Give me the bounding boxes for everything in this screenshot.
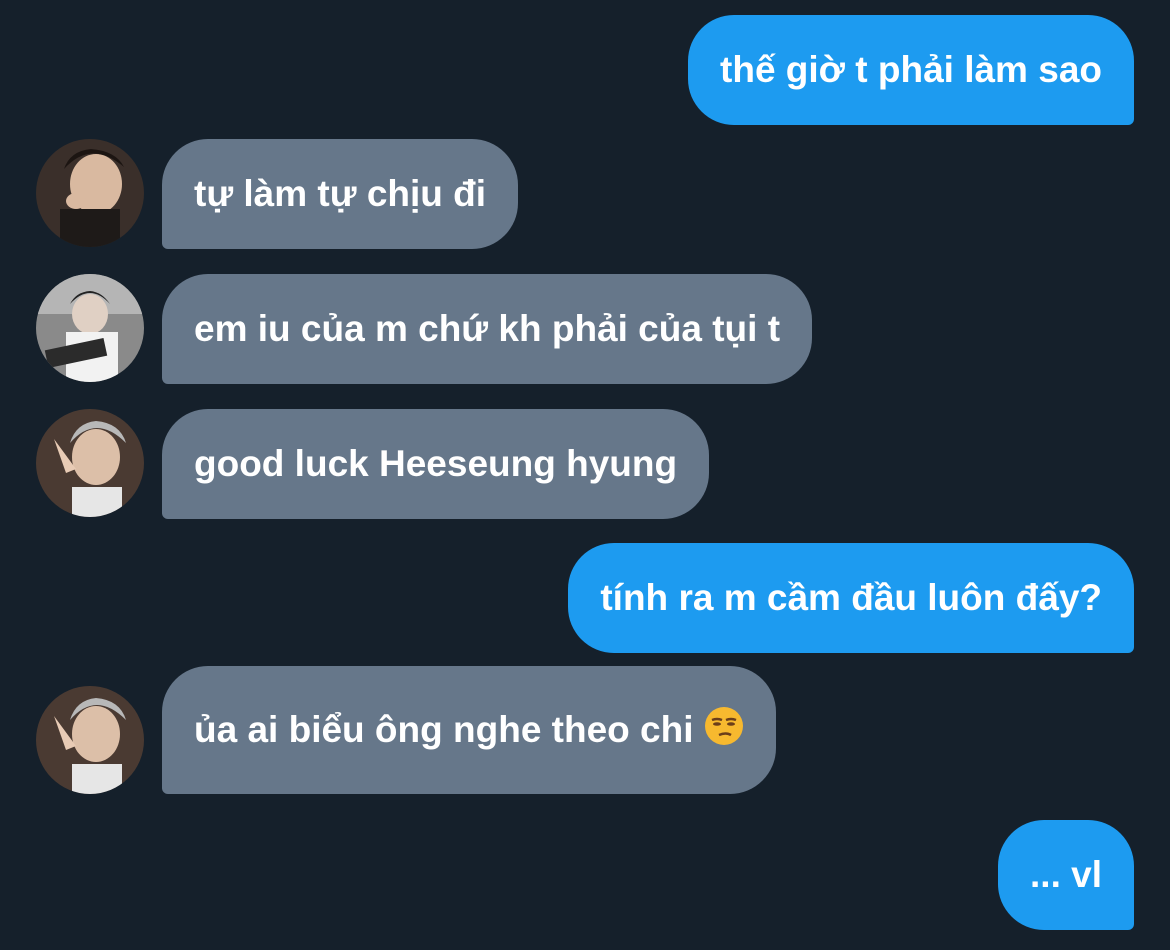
message-text: tự làm tự chịu đi xyxy=(194,173,487,214)
avatar[interactable] xyxy=(36,686,144,794)
outgoing-message-bubble[interactable]: thế giờ t phải làm sao xyxy=(688,15,1134,125)
avatar-photo-3 xyxy=(36,686,144,794)
avatar-photo-3 xyxy=(36,409,144,517)
message-text: em iu của m chứ kh phải của tụi t xyxy=(194,308,781,349)
outgoing-message-bubble[interactable]: tính ra m cầm đầu luôn đấy? xyxy=(568,543,1134,653)
message-text: tính ra m cầm đầu luôn đấy? xyxy=(600,577,1102,618)
incoming-message-bubble[interactable]: ủa ai biểu ông nghe theo chi xyxy=(162,666,776,794)
incoming-message-bubble[interactable]: tự làm tự chịu đi xyxy=(162,139,519,249)
message-text: good luck Heeseung hyung xyxy=(194,443,678,484)
incoming-message-bubble[interactable]: em iu của m chứ kh phải của tụi t xyxy=(162,274,813,384)
avatar-photo-2 xyxy=(36,274,144,382)
message-text: thế giờ t phải làm sao xyxy=(720,49,1102,90)
avatar[interactable] xyxy=(36,274,144,382)
chat-screen: { "conversation": { "messages": [ {"dire… xyxy=(0,0,1170,950)
message-text: ... vl xyxy=(1030,854,1102,895)
avatar[interactable] xyxy=(36,139,144,247)
message-text: ủa ai biểu ông nghe theo chi xyxy=(194,709,694,750)
unamused-face-emoji-icon xyxy=(704,706,744,755)
outgoing-message-bubble[interactable]: ... vl xyxy=(998,820,1134,930)
avatar-photo-1 xyxy=(36,139,144,247)
incoming-message-bubble[interactable]: good luck Heeseung hyung xyxy=(162,409,710,519)
avatar[interactable] xyxy=(36,409,144,517)
